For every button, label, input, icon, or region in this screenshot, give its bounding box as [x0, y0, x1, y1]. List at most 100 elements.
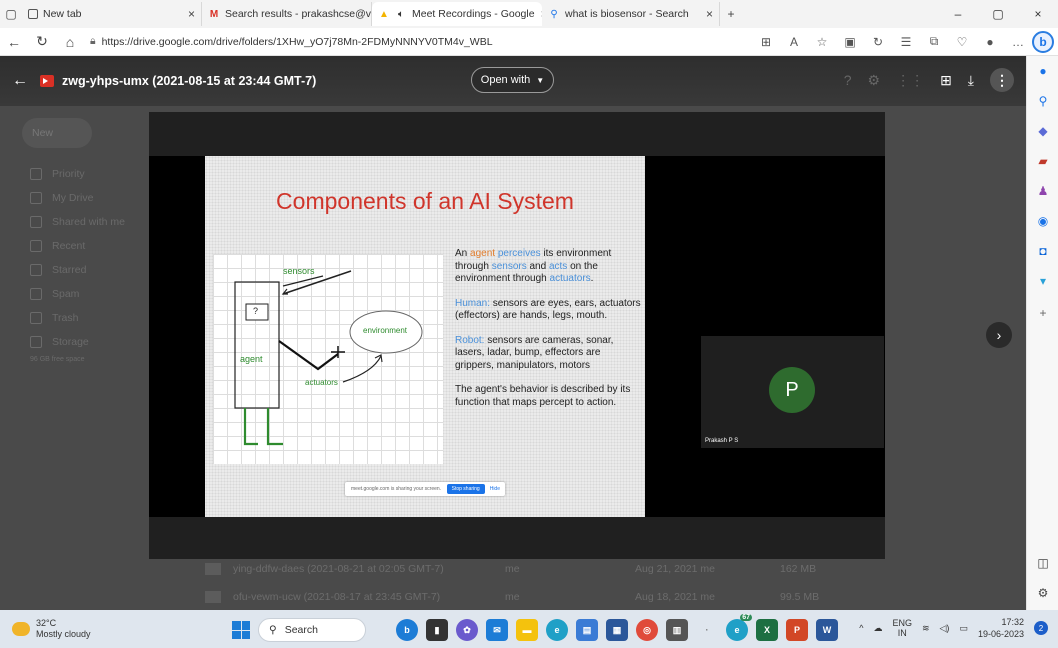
tab-bing-search[interactable]: ⚲ what is biosensor - Search × [542, 2, 720, 26]
games-icon[interactable]: ♟ [1027, 184, 1058, 198]
excel-icon[interactable]: X [756, 619, 778, 641]
close-tab-icon[interactable]: × [700, 7, 713, 21]
tab-meet-recordings[interactable]: ▲ 🔈︎ Meet Recordings - Google × [372, 2, 542, 26]
actuator-grip [331, 346, 345, 358]
temperature: 32°C [36, 618, 57, 628]
app-available-icon[interactable]: ⊞ [752, 35, 780, 49]
page-icon [28, 9, 38, 19]
favorite-star-icon[interactable]: ☆ [808, 35, 836, 49]
volume-icon[interactable]: ◁) [940, 623, 950, 634]
back-icon[interactable]: ← [0, 34, 28, 50]
new-tab-button[interactable]: + [720, 4, 742, 24]
minimize-icon[interactable]: – [938, 7, 978, 21]
favorites-icon[interactable]: ☰ [892, 35, 920, 49]
video-letterbox-bottom [149, 517, 885, 559]
windows-start-icon[interactable] [232, 621, 250, 639]
language-indicator[interactable]: ENG IN [892, 618, 912, 638]
sidebar-item-my-drive[interactable]: My Drive [30, 192, 93, 204]
video-file-icon [40, 75, 54, 87]
drop-icon[interactable]: ▾ [1027, 274, 1058, 288]
refresh-icon[interactable]: ↻ [28, 33, 56, 50]
pdf-icon[interactable]: P [786, 619, 808, 641]
wifi-icon[interactable]: ≋ [922, 623, 930, 634]
shopping-tag-icon[interactable]: ◆ [1027, 124, 1058, 138]
add-to-drive-icon[interactable]: ⊞ [940, 72, 952, 89]
profile-icon[interactable]: ● [976, 35, 1004, 49]
file-explorer-icon[interactable]: ▬ [516, 619, 538, 641]
file-title: zwg-yhps-umx (2021-08-15 at 23:44 GMT-7) [62, 74, 317, 88]
question-label: ? [253, 306, 259, 316]
edge-icon[interactable]: e [546, 619, 568, 641]
close-tab-icon[interactable]: × [535, 7, 542, 21]
notification-bell-icon[interactable]: ● [1027, 64, 1058, 78]
notification-badge[interactable]: 2 [1034, 621, 1048, 635]
browser-essentials-icon[interactable]: ♡ [948, 35, 976, 49]
row-size: 162 MB [780, 563, 817, 575]
weather-widget[interactable]: 32°C Mostly cloudy [0, 618, 200, 640]
home-icon[interactable]: ⌂ [56, 34, 84, 50]
slide-paragraph-3: Robot: sensors are cameras, sonar, laser… [455, 335, 641, 373]
close-window-icon[interactable]: × [1018, 7, 1058, 21]
video-file-icon [205, 563, 221, 575]
video-player[interactable]: Components of an AI System sensors ? env… [149, 112, 885, 559]
close-tab-icon[interactable]: × [182, 7, 195, 21]
sidebar-item-spam[interactable]: Spam [30, 288, 79, 300]
hide-sidebar-icon[interactable]: ◫ [1027, 556, 1058, 570]
onedrive-icon[interactable]: ☁ [873, 623, 882, 634]
mail-icon[interactable]: ✉ [486, 619, 508, 641]
outlook-icon[interactable]: ◘ [1027, 244, 1058, 258]
refresh-extension-icon[interactable]: ↻ [864, 35, 892, 49]
sidebar-item-trash[interactable]: Trash [30, 312, 78, 324]
sidebar-item-recent[interactable]: Recent [30, 240, 85, 252]
sidebar-settings-icon[interactable]: ⚙ [1027, 586, 1058, 600]
task-view-icon[interactable]: ▮ [426, 619, 448, 641]
collections-icon[interactable]: ⧉ [920, 34, 948, 49]
microsoft-365-icon[interactable]: ◉ [1027, 214, 1058, 228]
read-aloud-icon[interactable]: A [780, 35, 808, 49]
chevron-up-icon[interactable]: ^ [859, 623, 863, 633]
tab-new-tab[interactable]: New tab × [22, 2, 202, 26]
viewer-header: ← zwg-yhps-umx (2021-08-15 at 23:44 GMT-… [0, 56, 1026, 106]
sidebar-item-shared[interactable]: Shared with me [30, 216, 125, 228]
next-file-button[interactable]: › [986, 322, 1012, 348]
chat-icon[interactable]: ✿ [456, 619, 478, 641]
sidebar-item-priority[interactable]: Priority [30, 168, 85, 180]
audio-playing-icon[interactable]: 🔈︎ [395, 8, 407, 20]
participant-name: Prakash P S [705, 438, 739, 444]
tab-actions-icon[interactable]: ▢ [0, 4, 22, 24]
tab-gmail-search[interactable]: M Search results - prakashcse@vce × [202, 2, 372, 26]
table-row[interactable]: ying-ddfw-daes (2021-08-21 at 02:05 GMT-… [205, 556, 966, 582]
restore-icon[interactable]: ▢ [978, 7, 1018, 21]
bing-app-icon[interactable]: b [396, 619, 418, 641]
sidebar-item-label: My Drive [52, 192, 94, 204]
search-icon[interactable]: ⚲ [1027, 94, 1058, 108]
new-button[interactable]: New [22, 118, 92, 148]
calculator-icon[interactable]: ▥ [666, 619, 688, 641]
chrome-icon[interactable]: ◎ [636, 619, 658, 641]
sidebar-item-storage[interactable]: Storage [30, 336, 89, 348]
sidebar-item-starred[interactable]: Starred [30, 264, 86, 276]
store-icon[interactable]: ▦ [606, 619, 628, 641]
word-doc-icon[interactable]: W [816, 619, 838, 641]
taskbar-search[interactable]: ⚲ Search [258, 618, 366, 642]
url-field[interactable]: 🔒︎ https://drive.google.com/drive/folder… [84, 31, 684, 53]
more-options-icon[interactable]: ⋮ [990, 68, 1014, 92]
word-icon[interactable]: ▤ [576, 619, 598, 641]
add-sidebar-icon[interactable]: + [1027, 306, 1058, 320]
toolbar-icons: ⊞ A ☆ ▣ ↻ ☰ ⧉ ♡ ● … b [752, 30, 1058, 53]
back-arrow-icon[interactable]: ← [0, 72, 40, 90]
battery-icon[interactable]: ▭ [959, 623, 968, 634]
bing-copilot-icon[interactable]: b [1032, 30, 1054, 53]
table-row[interactable]: ofu-vewm-ucw (2021-08-17 at 23:45 GMT-7)… [205, 584, 966, 610]
lock-icon[interactable]: 🔒︎ [90, 35, 96, 48]
tools-icon[interactable]: ▰ [1027, 154, 1058, 168]
extension-icon[interactable]: ▣ [836, 35, 864, 49]
more-menu-icon[interactable]: … [1004, 35, 1032, 49]
edge-notify-icon[interactable]: e 67 [726, 614, 752, 641]
drive-icon [30, 192, 42, 204]
clock[interactable]: 17:32 19-06-2023 [978, 616, 1024, 640]
environment-label: environment [363, 326, 408, 335]
separator-dot-icon: · [705, 625, 709, 635]
download-icon[interactable]: ⤓ [968, 72, 974, 89]
open-with-button[interactable]: Open with ▼ [471, 67, 554, 93]
